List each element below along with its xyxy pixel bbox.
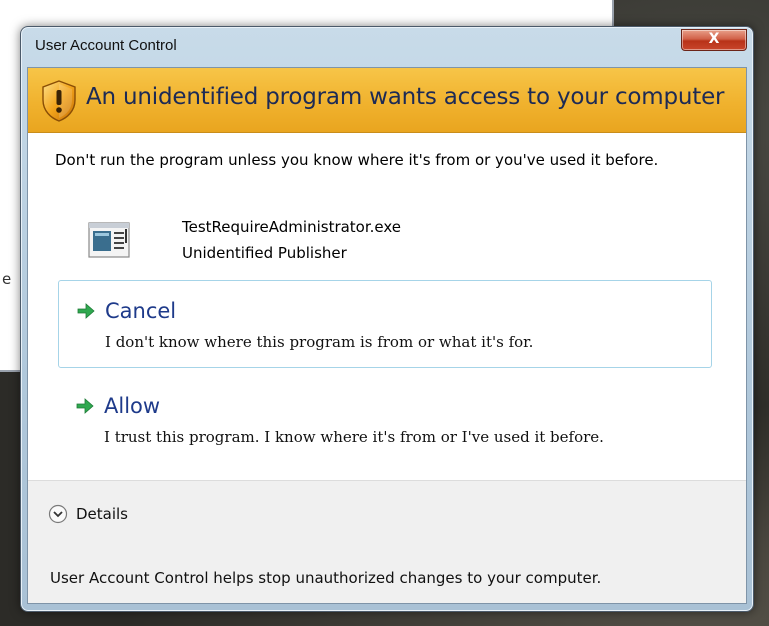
allow-description: I trust this program. I know where it's … — [104, 428, 604, 446]
footer-text: User Account Control helps stop unauthor… — [50, 569, 602, 587]
background-window-edge-text: e — [2, 270, 12, 288]
title-bar[interactable]: User Account Control X — [21, 27, 753, 67]
shield-warning-icon — [42, 80, 76, 122]
program-name: TestRequireAdministrator.exe — [182, 218, 402, 236]
warning-text: Don't run the program unless you know wh… — [55, 151, 659, 169]
program-publisher: Unidentified Publisher — [182, 244, 347, 262]
close-button[interactable]: X — [681, 29, 747, 51]
green-arrow-icon — [76, 398, 94, 414]
chevron-down-icon — [48, 504, 68, 524]
footer: User Account Control helps stop unauthor… — [28, 553, 746, 603]
banner-headline: An unidentified program wants access to … — [86, 84, 725, 110]
cancel-button[interactable]: Cancel I don't know where this program i… — [58, 280, 712, 368]
cancel-description: I don't know where this program is from … — [105, 333, 534, 351]
allow-button[interactable]: Allow I trust this program. I know where… — [58, 376, 712, 464]
warning-banner: An unidentified program wants access to … — [28, 68, 746, 133]
details-label: Details — [76, 505, 129, 523]
green-arrow-icon — [77, 303, 95, 319]
details-section: Details — [28, 480, 746, 554]
dialog-title: User Account Control — [35, 37, 177, 54]
allow-title: Allow — [104, 394, 161, 418]
dialog-content: An unidentified program wants access to … — [27, 67, 747, 604]
uac-dialog: User Account Control X An unidentified p… — [20, 26, 754, 612]
cancel-title: Cancel — [105, 299, 177, 323]
executable-file-icon — [88, 222, 130, 258]
